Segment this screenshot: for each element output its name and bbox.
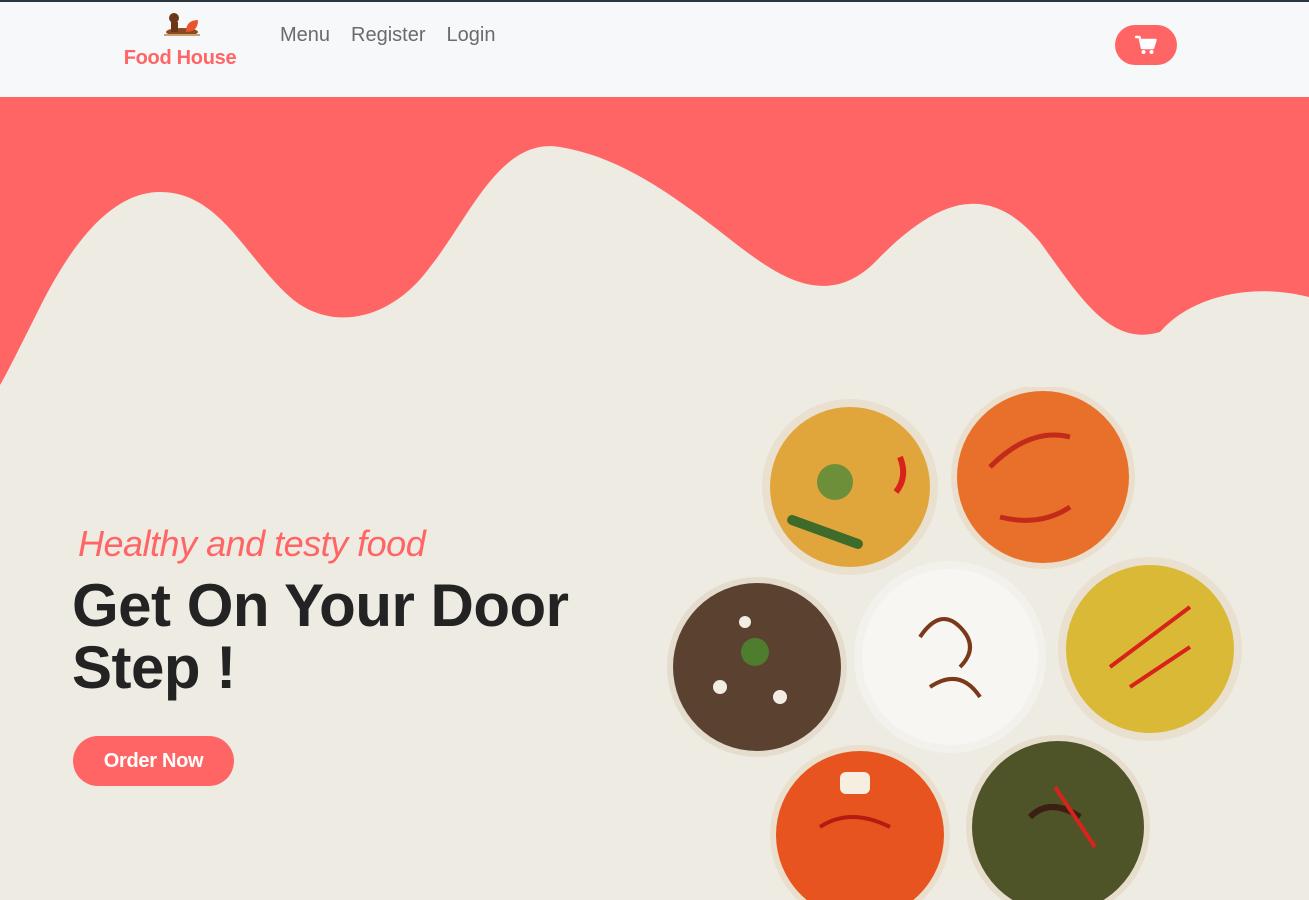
hero-headline-line1: Get On Your Door	[72, 572, 569, 639]
brand-link[interactable]: Food House	[118, 10, 242, 76]
dish-bowl-curry	[762, 399, 938, 575]
nav-link-register[interactable]: Register	[351, 24, 425, 47]
hero-headline: Get On Your Door Step !	[72, 575, 632, 699]
order-now-button[interactable]: Order Now	[73, 736, 234, 786]
chef-logo-icon	[164, 13, 200, 36]
dish-bowl-orange-curry	[951, 387, 1135, 569]
brand-name: Food House	[123, 47, 237, 69]
shopping-cart-icon	[1135, 35, 1157, 54]
indian-dishes-image	[667, 387, 1242, 900]
dish-bowl-pulao	[1058, 557, 1242, 741]
hero-wave-background	[0, 97, 1309, 385]
cart-button[interactable]	[1115, 25, 1177, 65]
hero-tagline: Healthy and testy food	[78, 523, 426, 564]
nav-link-login[interactable]: Login	[447, 24, 496, 47]
dish-bowl-saag	[966, 735, 1150, 900]
dish-bowl-butter-curry	[770, 745, 950, 900]
navbar: Food House Menu Register Login	[0, 2, 1309, 97]
nav-links: Menu Register Login	[280, 24, 495, 47]
dish-bowl-dal	[667, 577, 847, 757]
nav-link-menu[interactable]: Menu	[280, 24, 330, 47]
dish-bowl-rice	[854, 561, 1046, 753]
hero-section: Healthy and testy food Get On Your Door …	[0, 97, 1309, 900]
hero-headline-line2: Step !	[72, 634, 236, 701]
